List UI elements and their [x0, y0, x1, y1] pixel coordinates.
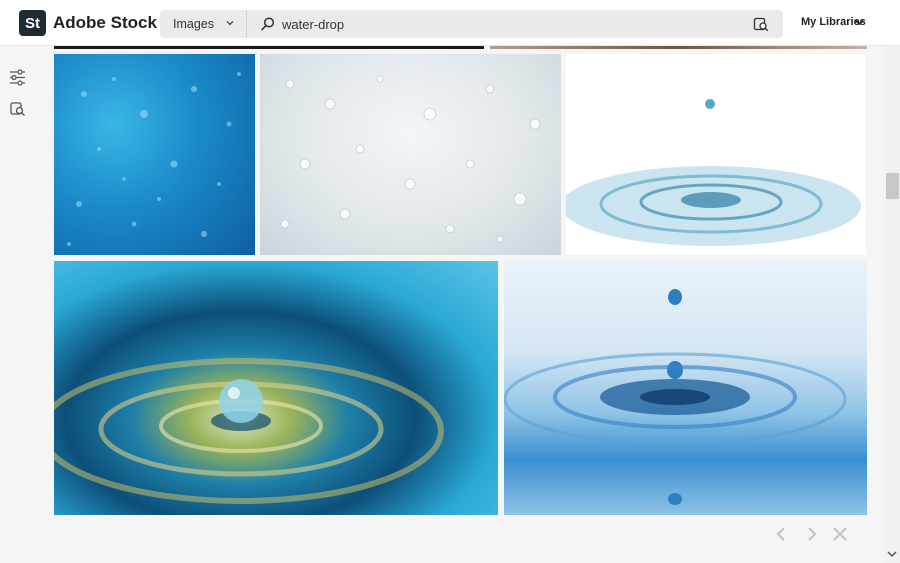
image-tile-partial[interactable]: [54, 46, 484, 49]
image-tile-golden-ripple[interactable]: [54, 261, 498, 515]
chevron-left-icon[interactable]: [773, 525, 791, 543]
top-header: St Adobe Stock Images water-drop My Libr…: [0, 0, 900, 46]
filters-icon[interactable]: [9, 69, 26, 86]
ripple-image: [504, 289, 847, 505]
scroll-down-icon[interactable]: [887, 550, 897, 558]
droplets-image: [280, 75, 541, 243]
brand-name[interactable]: Adobe Stock: [53, 13, 157, 33]
droplets-image: [67, 72, 241, 246]
image-tile-blue-droplets[interactable]: [54, 54, 255, 255]
visual-search-icon[interactable]: [753, 16, 769, 32]
page-scrollbar[interactable]: [885, 46, 900, 563]
ripple-image: [54, 358, 444, 504]
adobe-stock-logo[interactable]: St: [19, 10, 46, 36]
scrollbar-thumb[interactable]: [886, 173, 899, 199]
ripple-image: [566, 99, 861, 246]
image-tile-drop-ripple[interactable]: [566, 54, 866, 255]
image-tile-falling-drops[interactable]: [504, 261, 867, 515]
chevron-down-icon[interactable]: [855, 19, 864, 26]
chevron-right-icon[interactable]: [802, 525, 820, 543]
chevron-down-icon: [226, 21, 234, 26]
image-tile-white-droplets[interactable]: [260, 54, 561, 255]
content-type-value: Images: [173, 17, 214, 31]
content-type-dropdown[interactable]: Images: [160, 10, 247, 38]
close-icon[interactable]: [831, 525, 849, 543]
visual-search-icon[interactable]: [9, 100, 26, 117]
image-tile-partial[interactable]: [490, 46, 867, 49]
search-bar: Images water-drop: [160, 10, 783, 38]
left-rail: [0, 46, 35, 563]
search-icon[interactable]: [260, 16, 276, 32]
search-input[interactable]: water-drop: [282, 17, 344, 32]
